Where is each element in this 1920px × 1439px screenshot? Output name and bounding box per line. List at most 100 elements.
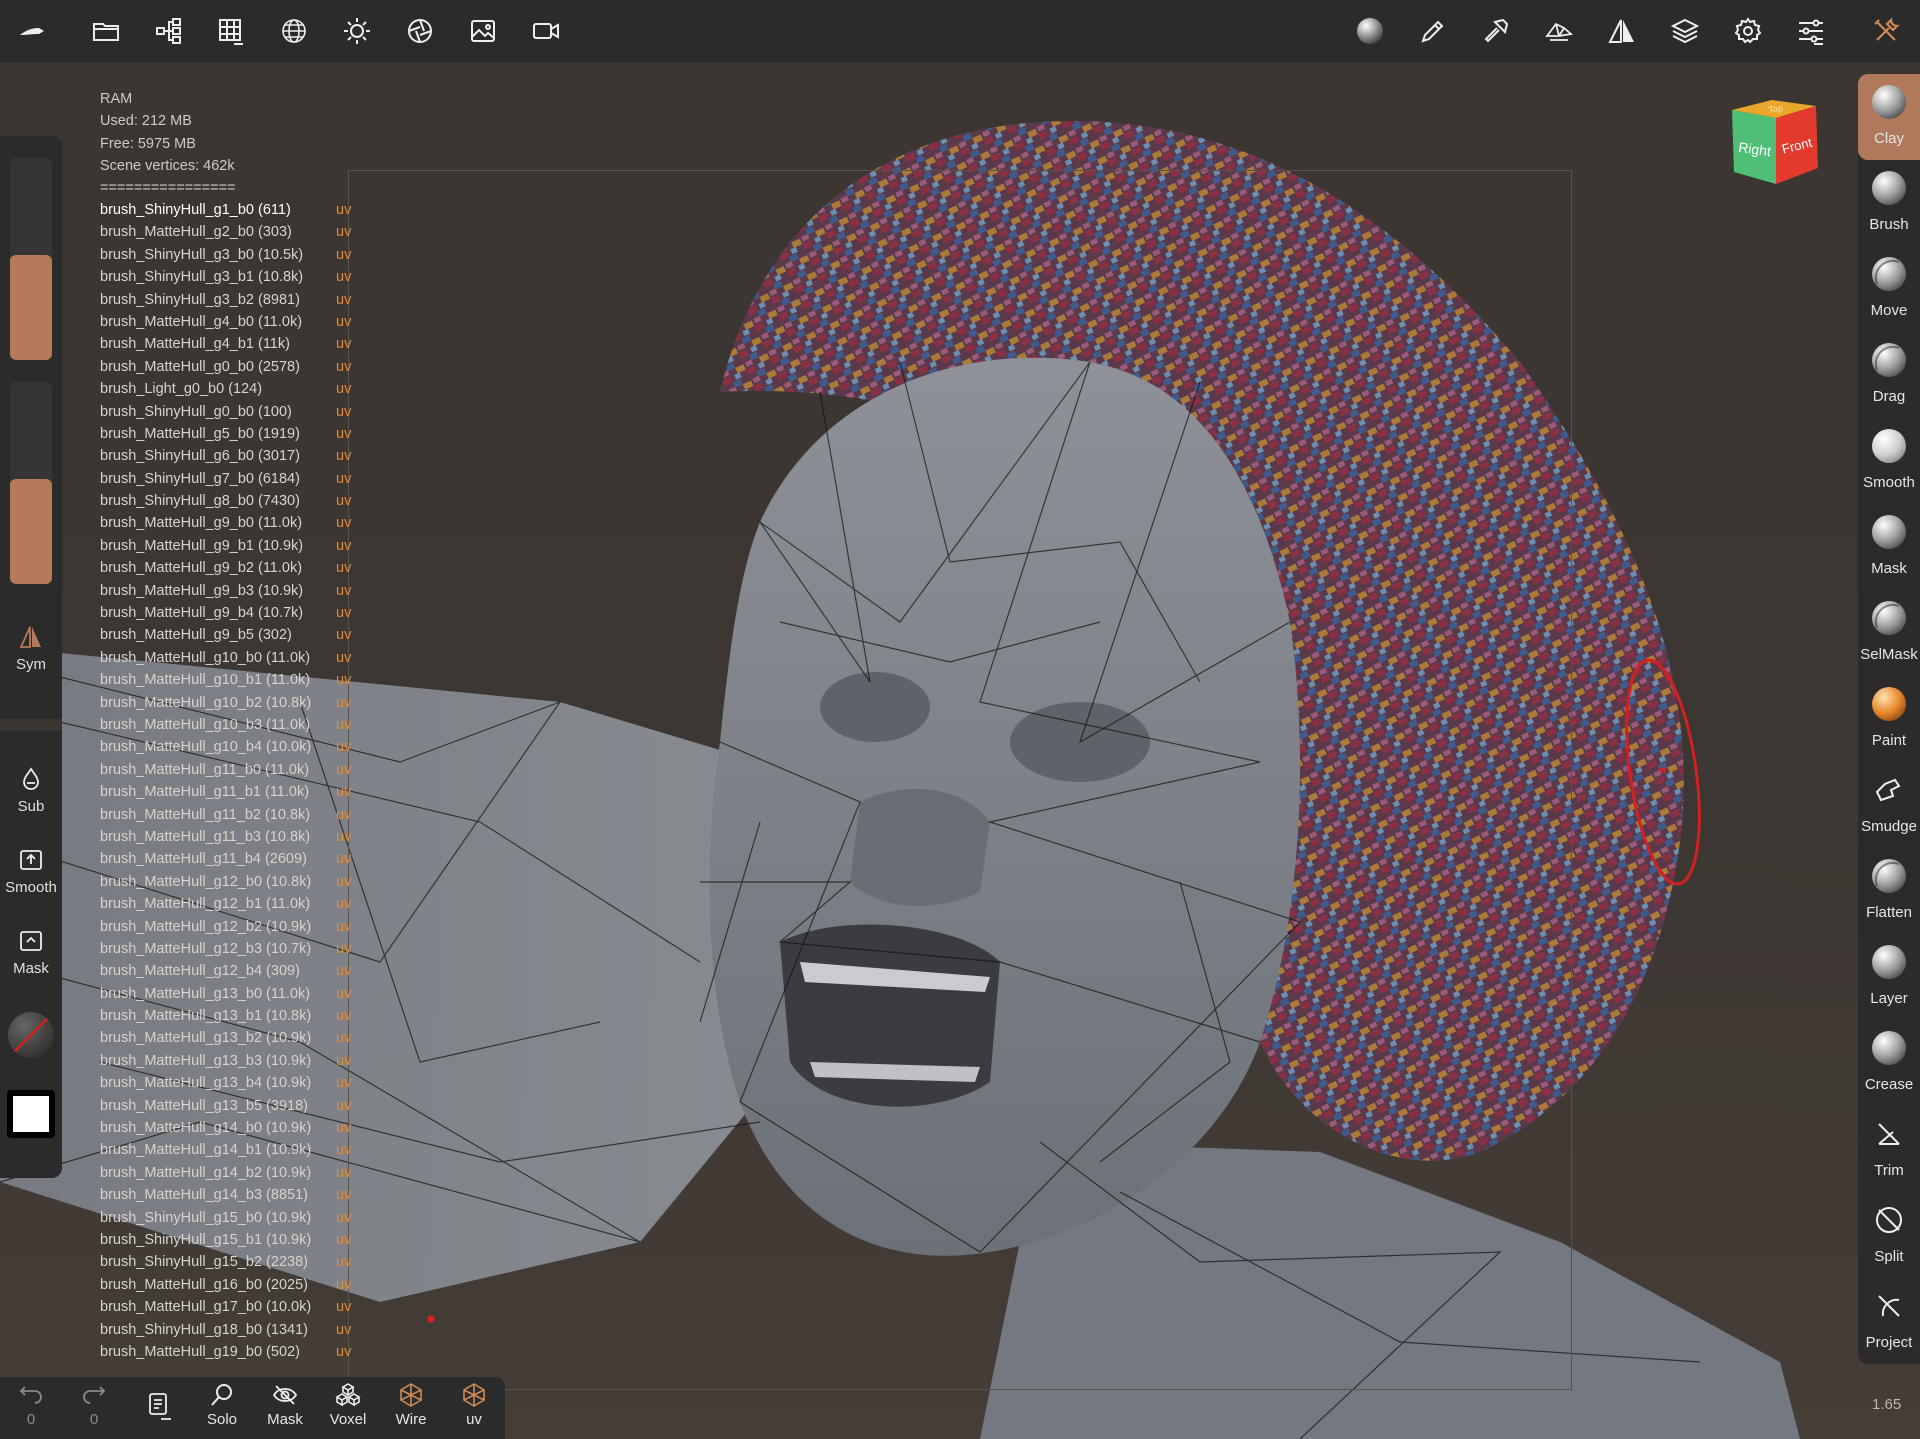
mesh-list-item[interactable]: brush_MatteHull_g11_b3 (10.8k) uv (100, 826, 355, 848)
mesh-uv-tag[interactable]: uv (336, 266, 351, 288)
video-camera-icon[interactable] (524, 9, 568, 53)
mesh-list-item[interactable]: brush_ShinyHull_g7_b0 (6184) uv (100, 468, 355, 490)
mesh-uv-tag[interactable]: uv (336, 804, 351, 826)
mesh-uv-tag[interactable]: uv (336, 1072, 351, 1094)
voxel-button[interactable]: Voxel (319, 1381, 377, 1428)
mesh-list-item[interactable]: brush_MatteHull_g12_b1 (11.0k) uv (100, 893, 355, 915)
mesh-list-item[interactable]: brush_MatteHull_g10_b2 (10.8k) uv (100, 692, 355, 714)
mesh-list-item[interactable]: brush_MatteHull_g10_b1 (11.0k) uv (100, 669, 355, 691)
mesh-list-item[interactable]: brush_MatteHull_g13_b4 (10.9k) uv (100, 1072, 355, 1094)
mesh-list-item[interactable]: brush_MatteHull_g17_b0 (10.0k) uv (100, 1296, 355, 1318)
tool-trim[interactable]: Trim (1858, 1106, 1920, 1192)
mesh-uv-tag[interactable]: uv (336, 1229, 351, 1251)
mesh-uv-tag[interactable]: uv (336, 490, 351, 512)
mesh-uv-tag[interactable]: uv (336, 423, 351, 445)
mask-visibility-button[interactable]: Mask (256, 1381, 314, 1428)
gear-icon[interactable] (1726, 9, 1770, 53)
solo-button[interactable]: Solo (193, 1381, 251, 1428)
mesh-uv-tag[interactable]: uv (336, 1207, 351, 1229)
mesh-uv-tag[interactable]: uv (336, 311, 351, 333)
mesh-uv-tag[interactable]: uv (336, 647, 351, 669)
redo-button[interactable]: 0 (65, 1381, 123, 1428)
mesh-uv-tag[interactable]: uv (336, 401, 351, 423)
mesh-uv-tag[interactable]: uv (336, 960, 351, 982)
mesh-uv-tag[interactable]: uv (336, 893, 351, 915)
mesh-list-item[interactable]: brush_MatteHull_g11_b2 (10.8k) uv (100, 804, 355, 826)
mesh-uv-tag[interactable]: uv (336, 1162, 351, 1184)
mesh-uv-tag[interactable]: uv (336, 714, 351, 736)
mesh-list-item[interactable]: brush_MatteHull_g10_b3 (11.0k) uv (100, 714, 355, 736)
mesh-list-item[interactable]: brush_ShinyHull_g15_b1 (10.9k) uv (100, 1229, 355, 1251)
mesh-list-item[interactable]: brush_MatteHull_g0_b0 (2578) uv (100, 356, 355, 378)
sliders-icon[interactable] (1789, 9, 1833, 53)
mesh-uv-tag[interactable]: uv (336, 669, 351, 691)
mesh-uv-tag[interactable]: uv (336, 1005, 351, 1027)
mesh-list-item[interactable]: brush_MatteHull_g13_b5 (3918) uv (100, 1095, 355, 1117)
mesh-uv-tag[interactable]: uv (336, 289, 351, 311)
mesh-uv-tag[interactable]: uv (336, 781, 351, 803)
mesh-list-item[interactable]: brush_MatteHull_g14_b3 (8851) uv (100, 1184, 355, 1206)
tool-brush[interactable]: Brush (1858, 160, 1920, 246)
mesh-list-item[interactable]: brush_ShinyHull_g15_b0 (10.9k) uv (100, 1207, 355, 1229)
folder-icon[interactable] (84, 9, 128, 53)
intensity-slider[interactable] (10, 382, 52, 584)
mesh-uv-tag[interactable]: uv (336, 602, 351, 624)
tool-mask[interactable]: Mask (1858, 504, 1920, 590)
sun-icon[interactable] (335, 9, 379, 53)
mesh-uv-tag[interactable]: uv (336, 1341, 351, 1363)
nomad-logo-icon[interactable] (10, 9, 54, 53)
mesh-list-item[interactable]: brush_MatteHull_g11_b0 (11.0k) uv (100, 759, 355, 781)
tool-flatten[interactable]: Flatten (1858, 848, 1920, 934)
mesh-list-item[interactable]: brush_MatteHull_g13_b3 (10.9k) uv (100, 1050, 355, 1072)
mesh-uv-tag[interactable]: uv (336, 848, 351, 870)
mesh-uv-tag[interactable]: uv (336, 221, 351, 243)
matcap-sphere-icon[interactable] (1348, 9, 1392, 53)
symmetry-icon[interactable] (1600, 9, 1644, 53)
mesh-uv-tag[interactable]: uv (336, 759, 351, 781)
mesh-list-item[interactable]: brush_MatteHull_g12_b2 (10.9k) uv (100, 916, 355, 938)
tool-project[interactable]: Project (1858, 1278, 1920, 1364)
mesh-uv-tag[interactable]: uv (336, 244, 351, 266)
grid-icon[interactable] (209, 9, 253, 53)
image-icon[interactable] (461, 9, 505, 53)
layers-icon[interactable] (1663, 9, 1707, 53)
mesh-uv-tag[interactable]: uv (336, 445, 351, 467)
mesh-list-item[interactable]: brush_ShinyHull_g15_b2 (2238) uv (100, 1251, 355, 1273)
sub-button[interactable]: Sub (0, 766, 62, 815)
mesh-uv-tag[interactable]: uv (336, 736, 351, 758)
view-cube[interactable]: Top Right Front (1728, 96, 1824, 188)
scene-info-button[interactable] (130, 1391, 188, 1423)
mesh-uv-tag[interactable]: uv (336, 1027, 351, 1049)
mesh-uv-tag[interactable]: uv (336, 1274, 351, 1296)
tool-clay[interactable]: Clay (1858, 74, 1920, 160)
mesh-list-item[interactable]: brush_ShinyHull_g3_b0 (10.5k) uv (100, 244, 355, 266)
mesh-list-item[interactable]: brush_ShinyHull_g0_b0 (100) uv (100, 401, 355, 423)
sym-button[interactable]: Sym (0, 624, 62, 673)
smooth-button[interactable]: Smooth (0, 847, 62, 896)
mesh-uv-tag[interactable]: uv (336, 468, 351, 490)
mesh-list-item[interactable]: brush_MatteHull_g12_b3 (10.7k) uv (100, 938, 355, 960)
mesh-list-item[interactable]: brush_MatteHull_g2_b0 (303) uv (100, 221, 355, 243)
mesh-list-item[interactable]: brush_MatteHull_g14_b2 (10.9k) uv (100, 1162, 355, 1184)
aperture-icon[interactable] (398, 9, 442, 53)
mesh-list-item[interactable]: brush_MatteHull_g10_b0 (11.0k) uv (100, 647, 355, 669)
mesh-uv-tag[interactable]: uv (336, 1184, 351, 1206)
mesh-list-item[interactable]: brush_MatteHull_g13_b1 (10.8k) uv (100, 1005, 355, 1027)
scene-tree-icon[interactable] (147, 9, 191, 53)
tool-crease[interactable]: Crease (1858, 1020, 1920, 1106)
mesh-list-item[interactable]: brush_MatteHull_g4_b0 (11.0k) uv (100, 311, 355, 333)
topology-icon[interactable] (1537, 9, 1581, 53)
mesh-list-item[interactable]: brush_MatteHull_g13_b0 (11.0k) uv (100, 983, 355, 1005)
mesh-list-item[interactable]: brush_MatteHull_g11_b1 (11.0k) uv (100, 781, 355, 803)
tool-split[interactable]: Split (1858, 1192, 1920, 1278)
mesh-list-item[interactable]: brush_MatteHull_g12_b4 (309) uv (100, 960, 355, 982)
mesh-list-item[interactable]: brush_MatteHull_g4_b1 (11k) uv (100, 333, 355, 355)
mesh-uv-tag[interactable]: uv (336, 1296, 351, 1318)
mesh-list-item[interactable]: brush_MatteHull_g5_b0 (1919) uv (100, 423, 355, 445)
mesh-uv-tag[interactable]: uv (336, 356, 351, 378)
tool-drag[interactable]: Drag (1858, 332, 1920, 418)
mesh-list-item[interactable]: brush_MatteHull_g14_b1 (10.9k) uv (100, 1139, 355, 1161)
mesh-uv-tag[interactable]: uv (336, 692, 351, 714)
mesh-list-item[interactable]: brush_MatteHull_g12_b0 (10.8k) uv (100, 871, 355, 893)
tool-selmask[interactable]: SelMask (1858, 590, 1920, 676)
